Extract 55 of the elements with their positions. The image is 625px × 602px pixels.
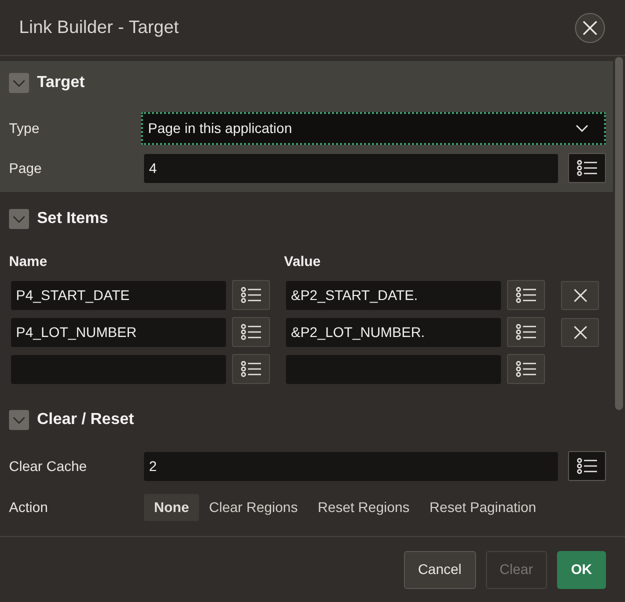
radio-option[interactable]: None xyxy=(144,494,199,521)
list-button[interactable] xyxy=(232,354,270,384)
list-button[interactable] xyxy=(232,280,270,310)
field-label: Action xyxy=(9,498,49,517)
section-title: Target xyxy=(37,73,85,93)
remove-button[interactable] xyxy=(561,280,599,310)
item-name-field[interactable]: P4_START_DATE xyxy=(11,280,226,310)
list-button[interactable] xyxy=(568,153,606,183)
list-icon xyxy=(516,287,536,303)
chevron-down-icon xyxy=(13,416,25,424)
list-icon xyxy=(241,324,261,340)
text-field[interactable]: 4 xyxy=(144,154,558,182)
chevron-down-icon xyxy=(13,80,25,86)
list-icon xyxy=(241,287,261,303)
list-button[interactable] xyxy=(568,451,606,481)
field-label: Type xyxy=(9,119,40,138)
cross-icon xyxy=(574,288,586,302)
item-value-field[interactable]: &P2_START_DATE. xyxy=(286,280,501,310)
remove-button[interactable] xyxy=(561,318,599,346)
section-toggle[interactable] xyxy=(9,410,29,430)
type-select[interactable]: Page in this application xyxy=(141,112,606,145)
radio-option[interactable]: Reset Regions xyxy=(308,494,420,521)
dialog-title: Link Builder - Target xyxy=(19,16,179,39)
radio-option[interactable]: Reset Pagination xyxy=(420,494,546,521)
list-icon xyxy=(577,160,597,176)
list-button[interactable] xyxy=(232,317,270,347)
item-name-field[interactable]: P4_LOT_NUMBER xyxy=(11,318,226,346)
field-label: Page xyxy=(9,158,43,178)
list-icon xyxy=(577,458,597,474)
item-value-field[interactable]: &P2_LOT_NUMBER. xyxy=(286,318,501,346)
text-field[interactable]: 2 xyxy=(144,452,558,480)
item-name-field[interactable] xyxy=(11,354,226,384)
list-button[interactable] xyxy=(507,354,545,384)
section-toggle[interactable] xyxy=(9,73,29,93)
radio-option[interactable]: Clear Regions xyxy=(199,494,308,521)
dialog-button[interactable]: OK xyxy=(557,550,606,588)
list-icon xyxy=(241,361,261,377)
scrollbar-thumb[interactable] xyxy=(615,57,623,410)
section-title: Clear / Reset xyxy=(37,410,134,430)
item-value-field[interactable] xyxy=(286,354,501,384)
list-button[interactable] xyxy=(507,280,545,310)
column-header: Value xyxy=(284,252,321,271)
cross-icon xyxy=(574,326,586,338)
list-button[interactable] xyxy=(507,317,545,347)
chevron-down-icon xyxy=(13,216,25,222)
dialog-button[interactable]: Cancel xyxy=(404,550,476,588)
close-button[interactable] xyxy=(575,12,605,42)
section-title: Set Items xyxy=(37,209,108,229)
list-icon xyxy=(516,324,536,340)
list-icon xyxy=(516,361,536,377)
column-header: Name xyxy=(9,252,48,271)
field-label: Clear Cache xyxy=(9,456,88,476)
section-toggle[interactable] xyxy=(9,209,29,229)
chevron-down-icon xyxy=(576,125,588,132)
close-icon xyxy=(583,20,597,34)
